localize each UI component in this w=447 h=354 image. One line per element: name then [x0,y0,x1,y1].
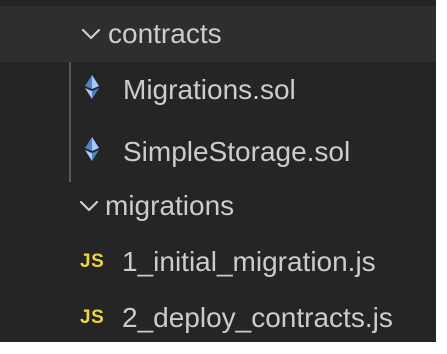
file-label: 2_deploy_contracts.js [122,302,393,333]
folder-contracts[interactable]: contracts [0,6,436,62]
file-explorer: contracts Migrations.sol SimpleStorage.s… [0,0,436,342]
file-label: 1_initial_migration.js [122,246,376,277]
js-icon: JS [80,307,105,328]
file-label: Migrations.sol [123,74,296,105]
chevron-down-icon[interactable] [78,192,100,220]
file-label: SimpleStorage.sol [123,136,351,167]
file-deploy-contracts-js[interactable]: JS 2_deploy_contracts.js [0,290,436,342]
file-simplestorage-sol[interactable]: SimpleStorage.sol [0,124,436,180]
js-icon: JS [80,251,105,272]
folder-migrations[interactable]: migrations [0,178,436,234]
file-initial-migration-js[interactable]: JS 1_initial_migration.js [0,234,436,290]
solidity-icon [85,137,99,161]
file-migrations-sol[interactable]: Migrations.sol [0,62,436,118]
solidity-icon [85,75,99,99]
chevron-down-icon[interactable] [80,20,102,48]
folder-label: migrations [105,190,235,221]
folder-label: contracts [108,18,222,49]
page-background [436,0,447,354]
